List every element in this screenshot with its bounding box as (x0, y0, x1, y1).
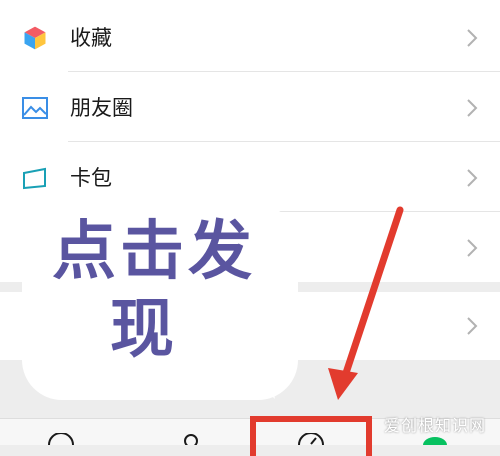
watermark-text: 爱创根知识网 (383, 416, 486, 435)
red-pointer-arrow (328, 206, 404, 400)
